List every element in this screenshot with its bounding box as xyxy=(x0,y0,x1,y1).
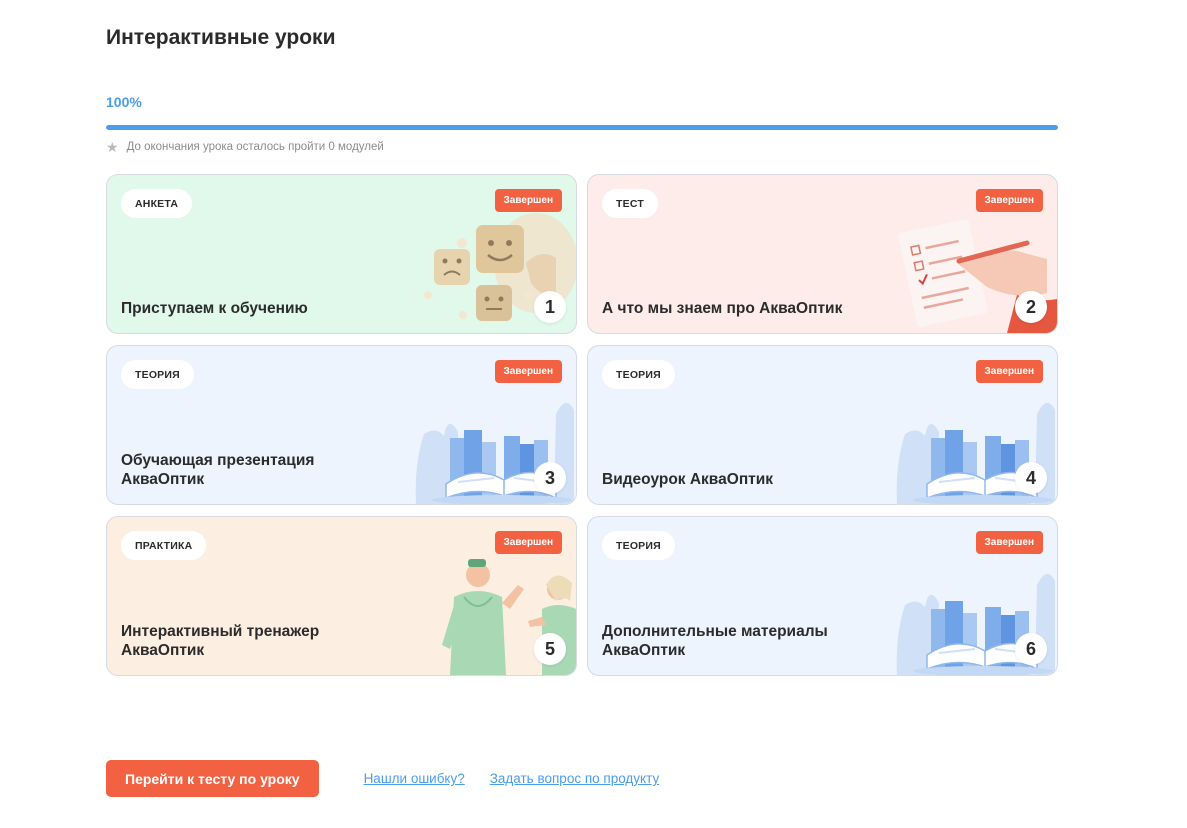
module-number: 4 xyxy=(1015,462,1047,494)
module-title: А что мы знаем про АкваОптик xyxy=(602,300,843,317)
module-card[interactable]: ПРАКТИКА Завершен Интерактивный тренажер… xyxy=(106,516,577,676)
module-type-tag: ТЕОРИЯ xyxy=(602,360,675,389)
module-type-tag: ТЕОРИЯ xyxy=(121,360,194,389)
module-number: 6 xyxy=(1015,633,1047,665)
module-title: Дополнительные материалы АкваОптик xyxy=(602,623,828,659)
module-number: 1 xyxy=(534,291,566,323)
progress-bar xyxy=(106,125,1058,130)
status-badge: Завершен xyxy=(494,189,562,212)
status-badge: Завершен xyxy=(494,531,562,554)
module-type-tag: ТЕОРИЯ xyxy=(602,531,675,560)
lesson-actions: Перейти к тесту по уроку Нашли ошибку? З… xyxy=(106,760,659,797)
go-to-test-button[interactable]: Перейти к тесту по уроку xyxy=(106,760,319,797)
module-card[interactable]: ТЕОРИЯ Завершен Видеоурок АкваОптик 4 xyxy=(587,345,1058,505)
module-number: 5 xyxy=(534,633,566,665)
module-type-tag: ПРАКТИКА xyxy=(121,531,207,560)
module-title: Интерактивный тренажер АкваОптик xyxy=(121,623,320,659)
module-card[interactable]: ТЕОРИЯ Завершен Обучающая презентация Ак… xyxy=(106,345,577,505)
module-title: Обучающая презентация АкваОптик xyxy=(121,452,315,488)
module-title: Приступаем к обучению xyxy=(121,300,308,317)
lessons-page: Интерактивные уроки 100% ★ До окончания … xyxy=(0,0,1187,828)
status-badge: Завершен xyxy=(975,360,1043,383)
module-title: Видеоурок АкваОптик xyxy=(602,471,774,488)
remaining-modules-note: ★ До окончания урока осталось пройти 0 м… xyxy=(106,140,384,154)
page-title: Интерактивные уроки xyxy=(106,26,336,49)
progress-bar-fill xyxy=(106,125,1058,130)
remaining-modules-text: До окончания урока осталось пройти 0 мод… xyxy=(126,141,384,153)
module-card[interactable]: ТЕОРИЯ Завершен Дополнительные материалы… xyxy=(587,516,1058,676)
ask-question-link[interactable]: Задать вопрос по продукту xyxy=(490,771,659,786)
status-badge: Завершен xyxy=(975,531,1043,554)
star-icon: ★ xyxy=(106,139,119,155)
modules-grid: АНКЕТА Завершен Приступаем к обучению 1 xyxy=(106,174,1058,676)
module-type-tag: ТЕСТ xyxy=(602,189,658,218)
module-card[interactable]: ТЕСТ Завершен А что мы знаем про АкваОпт… xyxy=(587,174,1058,334)
module-number: 3 xyxy=(534,462,566,494)
status-badge: Завершен xyxy=(975,189,1043,212)
module-number: 2 xyxy=(1015,291,1047,323)
progress-percent: 100% xyxy=(106,94,142,110)
status-badge: Завершен xyxy=(494,360,562,383)
report-error-link[interactable]: Нашли ошибку? xyxy=(364,771,465,786)
module-type-tag: АНКЕТА xyxy=(121,189,193,218)
module-card[interactable]: АНКЕТА Завершен Приступаем к обучению 1 xyxy=(106,174,577,334)
